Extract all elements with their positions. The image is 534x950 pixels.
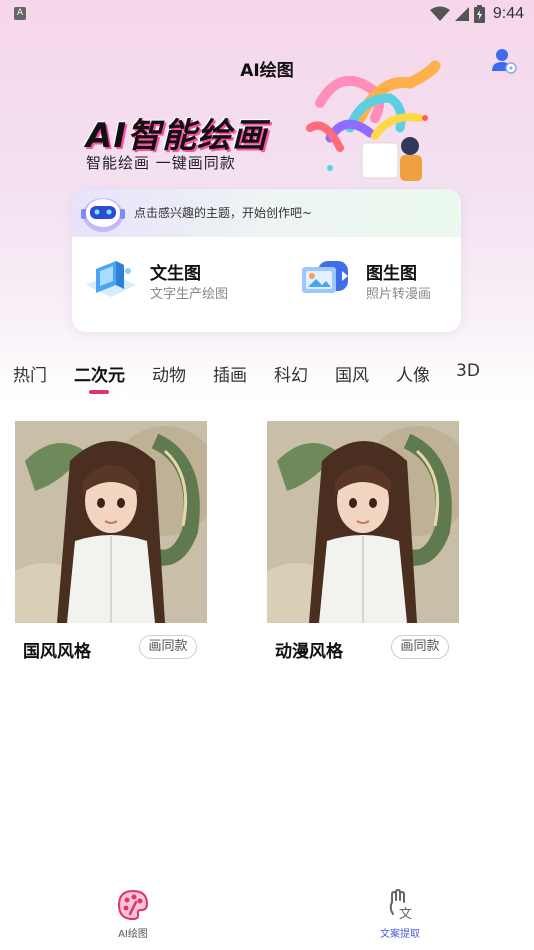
nav-item-ai-drawing[interactable]: AI绘图 [83, 888, 183, 940]
image-to-image-button[interactable]: 图生图 照片转漫画 [298, 251, 458, 311]
nav-label-ai-drawing: AI绘图 [118, 929, 148, 940]
text-to-image-title: 文生图 [150, 264, 201, 284]
tab-scifi[interactable]: 科幻 [274, 361, 308, 386]
svg-text:文: 文 [399, 907, 412, 922]
tab-portrait[interactable]: 人像 [396, 361, 430, 386]
status-time: 9:44 [492, 5, 524, 22]
page-title: AI绘图 [240, 61, 294, 81]
active-tab-indicator [89, 390, 109, 394]
status-bar: A 9:44 [0, 0, 534, 28]
draw-same-button[interactable]: 画同款 [139, 635, 197, 659]
text-to-image-desc: 文字生产绘图 [150, 287, 229, 302]
text-to-image-button[interactable]: 文生图 文字生产绘图 [82, 251, 262, 311]
gallery-card[interactable]: 动漫风格 画同款 [267, 421, 472, 662]
image-to-image-icon [302, 261, 348, 293]
artwork-title: 动漫风格 [275, 642, 343, 662]
tab-3d[interactable]: 3D [456, 361, 480, 381]
user-profile-icon[interactable] [490, 47, 518, 75]
draw-same-button[interactable]: 画同款 [391, 635, 449, 659]
nav-label-text-extract: 文案提取 [380, 929, 420, 940]
image-to-image-desc: 照片转漫画 [366, 287, 432, 302]
text-extract-icon: 文 [389, 888, 412, 922]
image-to-image-title: 图生图 [366, 264, 417, 284]
wifi-icon [429, 6, 450, 21]
card-tip-text: 点击感兴趣的主题，开始创作吧~ [134, 206, 313, 220]
tab-anime[interactable]: 二次元 [74, 361, 125, 386]
bottom-navigation: AI绘图 文 文案提取 [0, 880, 534, 950]
gallery-card[interactable]: 国风风格 画同款 [15, 421, 220, 662]
tool-card: 点击感兴趣的主题，开始创作吧~ 文生图 文字生产绘图 图生图 照片转漫画 [72, 189, 461, 332]
battery-icon [473, 5, 485, 23]
palette-icon [117, 889, 149, 921]
tab-chinese-style[interactable]: 国风 [335, 361, 369, 386]
signal-icon [454, 7, 469, 21]
text-to-image-icon [86, 261, 136, 297]
artwork-thumbnail[interactable] [267, 421, 472, 623]
banner-title: AI智能绘画 [86, 116, 267, 156]
tab-animals[interactable]: 动物 [152, 361, 186, 386]
artwork-thumbnail[interactable] [15, 421, 220, 623]
robot-icon [81, 198, 125, 232]
nav-item-text-extract[interactable]: 文 文案提取 [350, 888, 450, 940]
notification-indicator: A [14, 7, 26, 20]
status-icons: 9:44 [429, 4, 524, 24]
tab-illustration[interactable]: 插画 [213, 361, 247, 386]
artwork-title: 国风风格 [23, 642, 91, 662]
banner-illustration [306, 60, 441, 181]
category-tabs: 热门 二次元 动物 插画 科幻 国风 人像 3D [0, 361, 534, 401]
banner-subtitle: 智能绘画 一键画同款 [86, 154, 236, 172]
tab-hot[interactable]: 热门 [13, 361, 47, 386]
